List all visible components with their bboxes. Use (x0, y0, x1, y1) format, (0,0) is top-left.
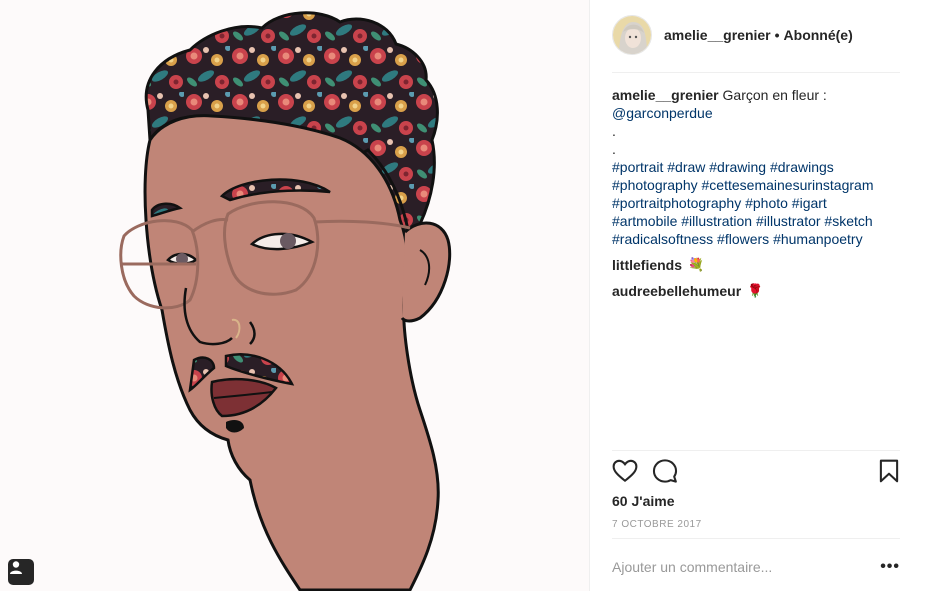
comment-username[interactable]: audreebellehumeur (612, 282, 741, 300)
comment-input[interactable]: Ajouter un commentaire... (612, 559, 772, 575)
save-button[interactable] (876, 458, 902, 484)
follow-status-button[interactable]: Abonné(e) (784, 27, 853, 43)
caption-text: Garçon en fleur : (722, 87, 827, 103)
instagram-post: amelie__grenier • Abonné(e) amelie__grenie… (0, 0, 930, 591)
post-date[interactable]: 7 OCTOBRE 2017 (612, 519, 702, 530)
user-tag-icon (10, 561, 22, 574)
hashtag-line[interactable]: #portraitphotography #photo #igart (612, 195, 827, 211)
comment-bubble-icon (652, 459, 678, 483)
caption-dot-line: . (612, 141, 616, 157)
post-sidebar: amelie__grenier • Abonné(e) amelie__grenie… (590, 0, 930, 591)
comment-username[interactable]: littlefiends (612, 256, 682, 274)
post-image[interactable] (0, 0, 590, 591)
likes-count[interactable]: 60 J'aime (612, 493, 675, 509)
comment-button[interactable] (652, 458, 678, 484)
more-options-button[interactable]: ••• (880, 559, 900, 575)
comment-divider (612, 538, 900, 539)
hashtag-line[interactable]: #artmobile #illustration #illustrator #s… (612, 213, 873, 229)
header-separator: • (774, 26, 780, 43)
author-username[interactable]: amelie__grenier (664, 27, 771, 43)
caption-username[interactable]: amelie__grenier (612, 87, 719, 103)
avatar-image (613, 15, 651, 54)
heart-icon (612, 459, 638, 483)
comments-section: amelie__grenier Garçon en fleur : @garco… (612, 86, 912, 300)
header-divider (612, 72, 900, 73)
comment-emoji: 🌹 (747, 283, 764, 298)
comment-item: littlefiends 💐 (612, 256, 912, 274)
actions-divider (612, 450, 900, 451)
portrait-illustration (119, 11, 452, 591)
action-bar (612, 458, 900, 488)
hashtag-line[interactable]: #portrait #draw #drawing #drawings (612, 159, 834, 175)
author-avatar[interactable] (612, 14, 652, 55)
caption: amelie__grenier Garçon en fleur : @garco… (612, 86, 912, 248)
header-text: amelie__grenier • Abonné(e) (664, 27, 853, 43)
bookmark-icon (879, 459, 899, 483)
hashtag-line[interactable]: #radicalsoftness #flowers #humanpoetry (612, 231, 863, 247)
post-header: amelie__grenier • Abonné(e) (612, 12, 900, 57)
caption-mention[interactable]: @garconperdue (612, 105, 713, 121)
caption-dot-line: . (612, 123, 616, 139)
hashtag-line[interactable]: #photography #cettesemainesurinstagram (612, 177, 874, 193)
comment-emoji: 💐 (688, 257, 705, 272)
add-comment-bar: Ajouter un commentaire... ••• (612, 556, 900, 578)
comment-item: audreebellehumeur 🌹 (612, 282, 912, 300)
tagged-user-button[interactable] (8, 559, 34, 585)
like-button[interactable] (612, 458, 638, 484)
